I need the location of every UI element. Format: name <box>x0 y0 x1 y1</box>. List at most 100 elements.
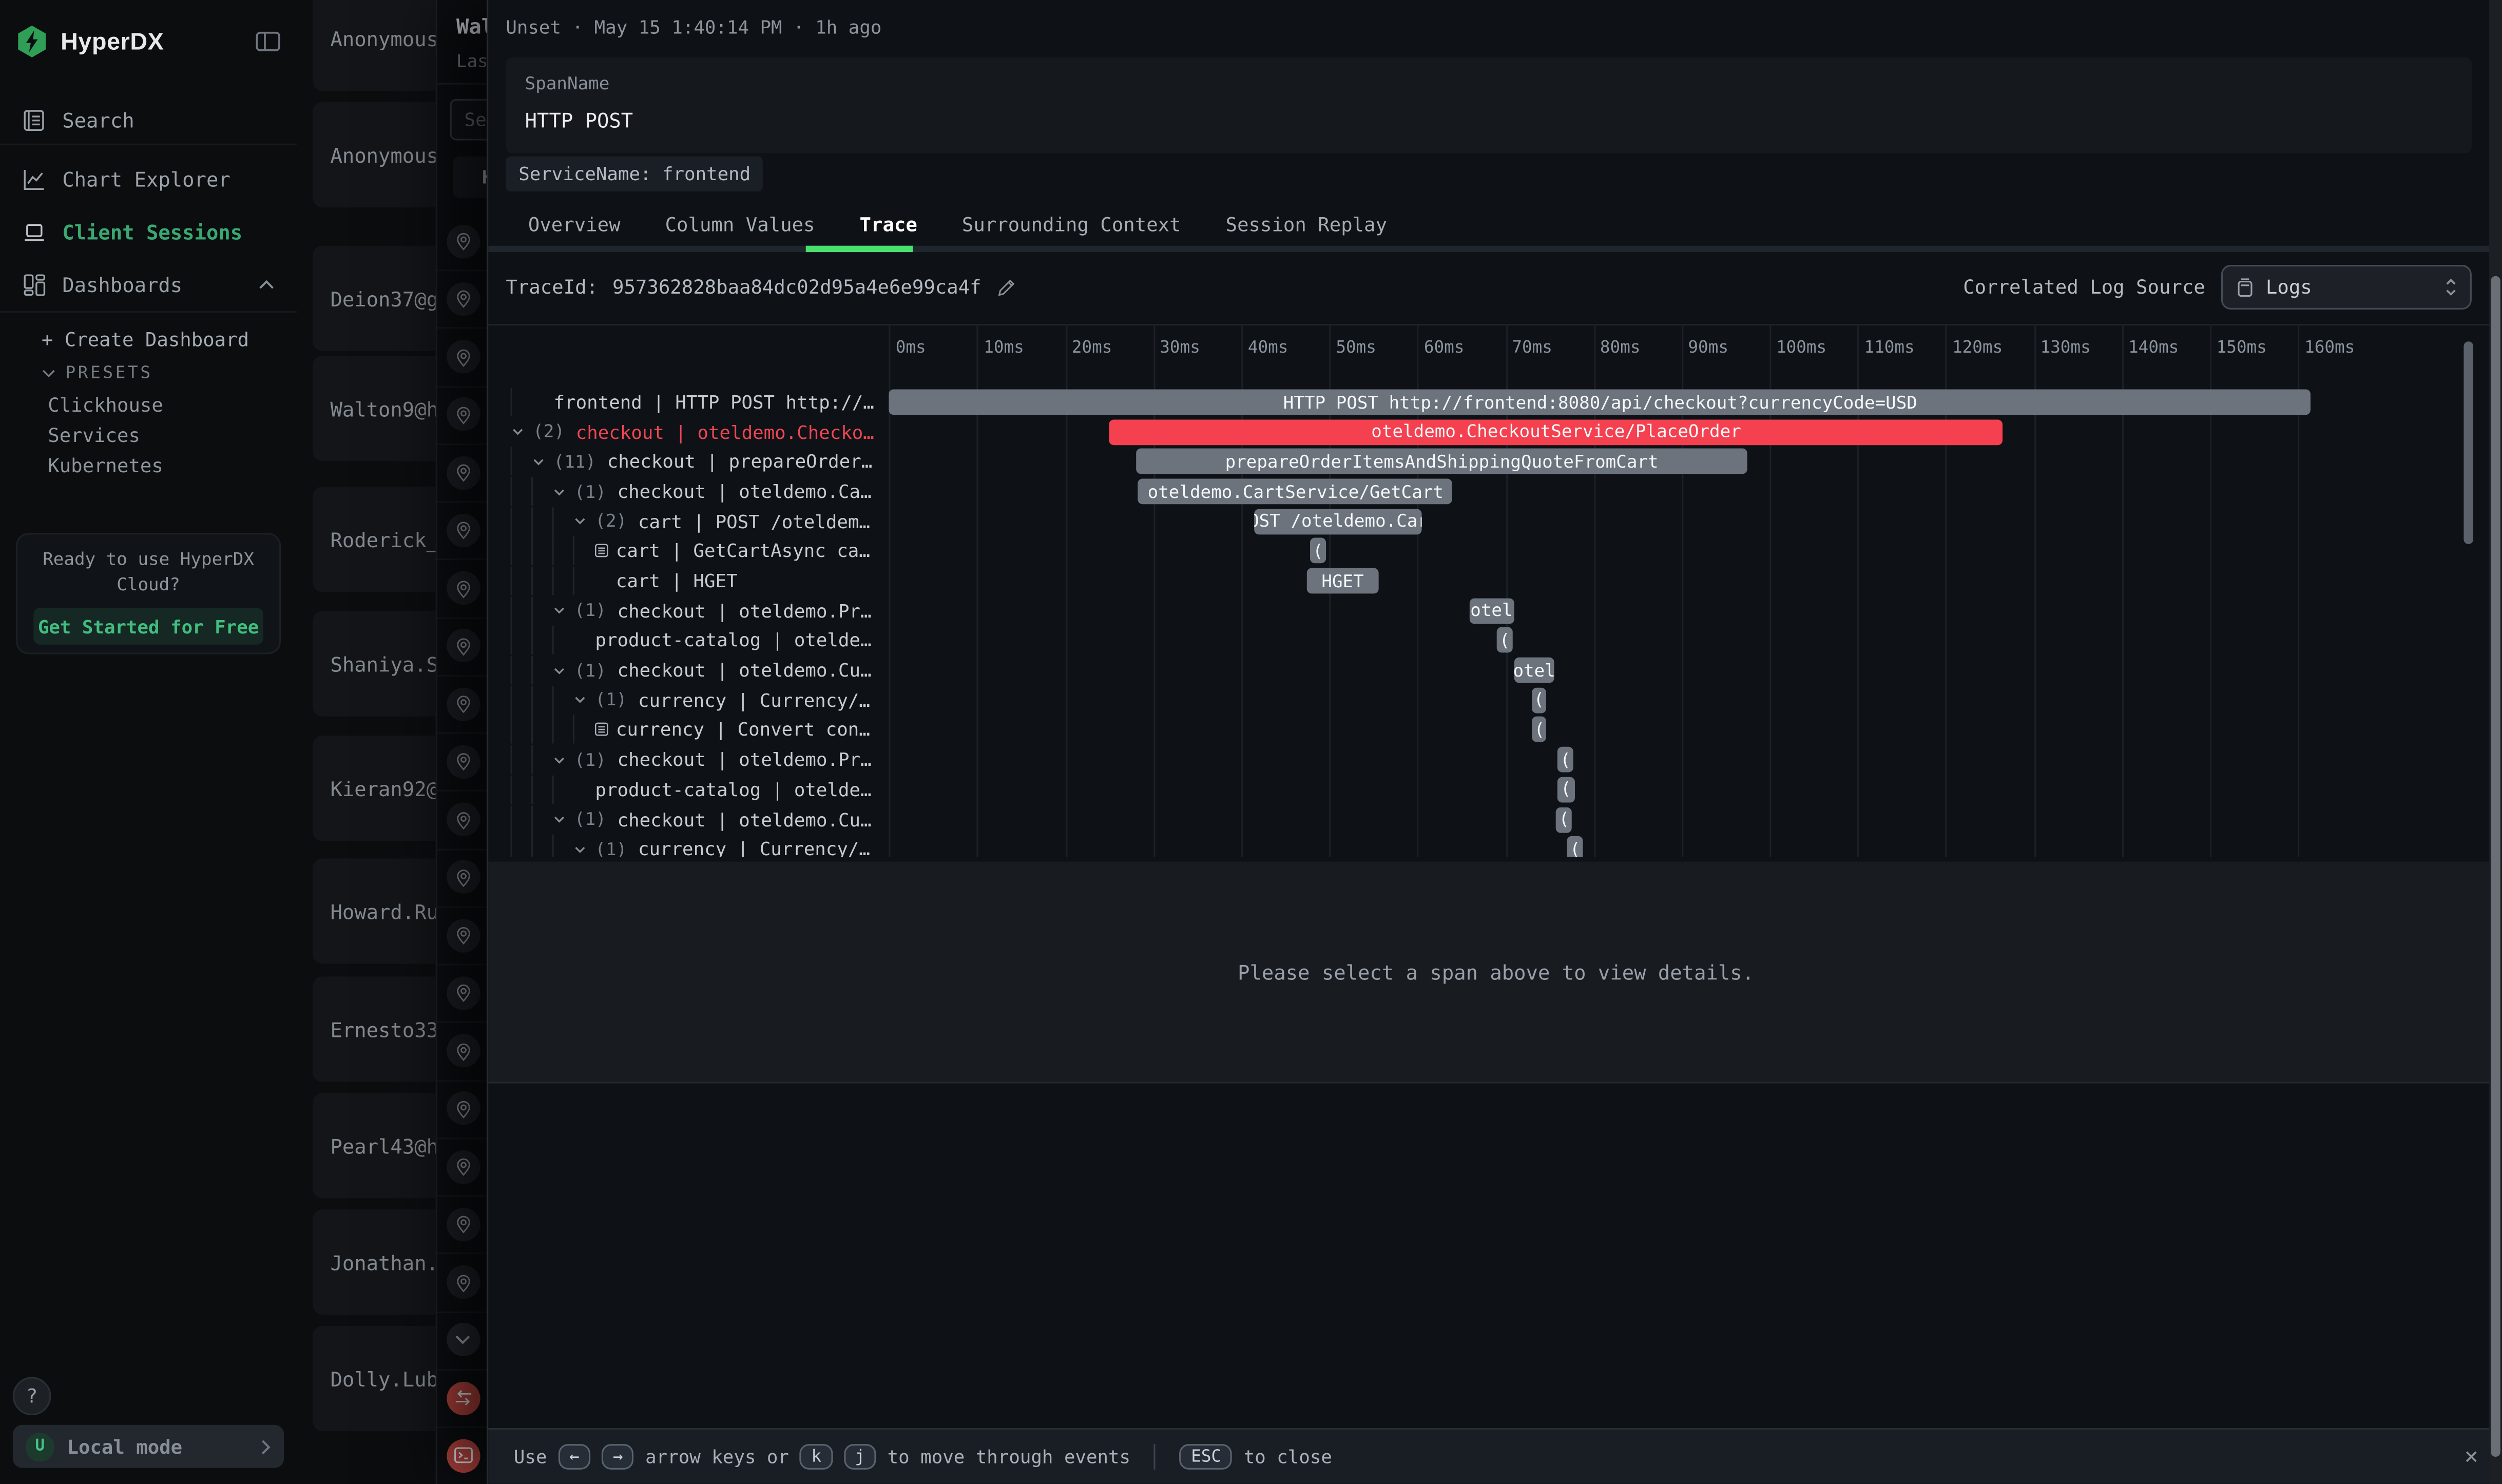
tab-trace[interactable]: Trace <box>837 204 939 246</box>
span-tree-row[interactable]: (2)cart | POST /oteldemo.CartSe… <box>488 507 889 536</box>
location-pin-icon[interactable] <box>446 571 479 605</box>
location-pin-icon[interactable] <box>446 340 479 373</box>
create-dashboard-button[interactable]: + Create Dashboard <box>42 329 249 351</box>
session-card[interactable]: Howard.Run <box>313 858 435 963</box>
sidebar-item-dashboards[interactable]: Dashboards <box>0 260 297 308</box>
span-tree-row[interactable]: cart | GetCartAsync called… <box>488 537 889 566</box>
location-pin-icon[interactable] <box>446 861 479 894</box>
session-card[interactable]: Roderick_S <box>313 487 435 592</box>
location-pin-icon[interactable] <box>446 976 479 1010</box>
span-bar[interactable]: ( <box>1310 538 1326 564</box>
session-card[interactable]: Jonathan.B <box>313 1209 435 1315</box>
span-bar[interactable]: ( <box>1557 747 1573 773</box>
span-bar[interactable]: HGET <box>1307 568 1378 594</box>
chevron-down-icon[interactable] <box>573 693 595 707</box>
close-icon[interactable]: ✕ <box>2465 1446 2478 1468</box>
span-tree-row[interactable]: product-catalog | oteldemo.Prod… <box>488 775 889 804</box>
edit-icon[interactable] <box>996 277 1016 297</box>
chevron-down-icon[interactable] <box>552 753 575 767</box>
events-filter-button[interactable]: H <box>453 157 488 198</box>
help-button[interactable]: ? <box>13 1377 51 1416</box>
chevron-down-icon[interactable] <box>552 663 575 678</box>
span-bar[interactable]: POST /oteldemo.Cart <box>1255 509 1422 534</box>
span-tree-row[interactable]: cart | HGET <box>488 567 889 595</box>
span-tree-row[interactable]: (2)checkout | oteldemo.CheckoutServic… <box>488 417 889 446</box>
span-bar[interactable]: prepareOrderItemsAndShippingQuoteFromCar… <box>1136 449 1748 475</box>
location-pin-icon[interactable] <box>446 456 479 489</box>
session-card[interactable]: Kieran92@h <box>313 736 435 841</box>
session-card[interactable]: Deion37@gm <box>313 246 435 351</box>
location-pin-icon[interactable] <box>446 513 479 547</box>
sidebar-item-client-sessions[interactable]: Client Sessions <box>0 207 297 255</box>
sidebar-item-kubernetes[interactable]: Kubernetes <box>48 455 163 477</box>
span-bar[interactable]: ( <box>1557 777 1574 802</box>
span-tree-row[interactable]: frontend | HTTP POST http://frontend:… <box>488 388 889 416</box>
local-mode-button[interactable]: U Local mode <box>13 1425 284 1468</box>
span-bar[interactable]: oteldemo.CartService/GetCart <box>1139 479 1453 505</box>
span-bar[interactable]: ( <box>1497 628 1513 653</box>
get-started-button[interactable]: Get Started for Free <box>33 608 263 644</box>
location-pin-icon[interactable] <box>446 1265 479 1299</box>
events-search-input[interactable]: Sea <box>450 99 489 141</box>
span-bar[interactable]: ( <box>1556 806 1573 832</box>
network-exchange-icon[interactable] <box>446 1381 479 1415</box>
location-pin-icon[interactable] <box>446 282 479 315</box>
span-tree-row[interactable]: (1)checkout | oteldemo.CurrencySe… <box>488 805 889 834</box>
chevron-down-icon[interactable] <box>573 514 595 529</box>
page-scrollbar[interactable] <box>2491 276 2500 1457</box>
session-card[interactable]: Pearl43@ho <box>313 1093 435 1198</box>
session-card[interactable]: Anonymous <box>313 102 435 207</box>
session-card[interactable]: Shaniya.Sc <box>313 611 435 717</box>
session-card[interactable]: Walton9@ho <box>313 356 435 461</box>
log-source-select[interactable]: Logs <box>2221 265 2472 310</box>
span-bar[interactable]: otel <box>1513 658 1555 683</box>
presets-header[interactable]: PRESETS <box>42 364 153 383</box>
session-card[interactable]: Ernesto33@ <box>313 976 435 1082</box>
location-pin-icon[interactable] <box>446 1208 479 1241</box>
chevron-down-icon[interactable] <box>573 842 595 856</box>
terminal-icon[interactable] <box>446 1439 479 1473</box>
span-tree-row[interactable]: (11)checkout | prepareOrderItemsAnd… <box>488 447 889 476</box>
tab-surrounding-context[interactable]: Surrounding Context <box>939 204 1203 246</box>
span-bar[interactable]: ( <box>1531 687 1547 713</box>
location-pin-icon[interactable] <box>446 745 479 778</box>
tab-column-values[interactable]: Column Values <box>643 204 837 246</box>
chevron-down-icon[interactable] <box>446 1323 479 1357</box>
span-tree-row[interactable]: product-catalog | oteldemo.Prod… <box>488 626 889 655</box>
span-tree-row[interactable]: currency | Convert convers… <box>488 716 889 744</box>
span-tree-row[interactable]: (1)checkout | oteldemo.ProductCat… <box>488 596 889 625</box>
span-tree-row[interactable]: (1)currency | Currency/Convert <box>488 686 889 715</box>
sidebar-item-clickhouse[interactable]: Clickhouse <box>48 394 163 417</box>
sidebar-item-chart-explorer[interactable]: Chart Explorer <box>0 155 297 203</box>
location-pin-icon[interactable] <box>446 398 479 431</box>
session-card[interactable]: Dolly.Lubo <box>313 1326 435 1431</box>
location-pin-icon[interactable] <box>446 687 479 720</box>
location-pin-icon[interactable] <box>446 629 479 663</box>
session-card[interactable]: Anonymous <box>313 0 435 91</box>
span-bar[interactable]: ( <box>1567 836 1583 857</box>
location-pin-icon[interactable] <box>446 224 479 258</box>
chevron-down-icon[interactable] <box>552 812 575 826</box>
span-tree-row[interactable]: (1)checkout | oteldemo.CartServic… <box>488 477 889 506</box>
chevron-down-icon[interactable] <box>531 454 554 469</box>
chevron-down-icon[interactable] <box>511 425 533 439</box>
chevron-down-icon[interactable] <box>552 604 575 618</box>
location-pin-icon[interactable] <box>446 918 479 952</box>
waterfall-scrollbar[interactable] <box>2463 341 2473 544</box>
span-bar[interactable]: HTTP POST http://frontend:8080/api/check… <box>889 389 2311 415</box>
location-pin-icon[interactable] <box>446 1150 479 1183</box>
tab-session-replay[interactable]: Session Replay <box>1203 204 1409 246</box>
sidebar-toggle-icon[interactable] <box>255 30 281 53</box>
location-pin-icon[interactable] <box>446 1034 479 1068</box>
span-tree-row[interactable]: (1)checkout | oteldemo.ProductCat… <box>488 745 889 774</box>
sidebar-item-services[interactable]: Services <box>48 425 140 447</box>
chevron-down-icon[interactable] <box>552 484 575 498</box>
span-tree-row[interactable]: (1)checkout | oteldemo.CurrencySe… <box>488 656 889 685</box>
location-pin-icon[interactable] <box>446 803 479 836</box>
span-bar[interactable]: ( <box>1532 717 1547 743</box>
span-bar[interactable]: oteldemo.CheckoutService/PlaceOrder <box>1109 419 2003 445</box>
span-tree-row[interactable]: (1)currency | Currency/Convert <box>488 835 889 857</box>
sidebar-item-search[interactable]: Search <box>0 96 297 144</box>
location-pin-icon[interactable] <box>446 1092 479 1125</box>
span-bar[interactable]: otel <box>1470 598 1514 624</box>
